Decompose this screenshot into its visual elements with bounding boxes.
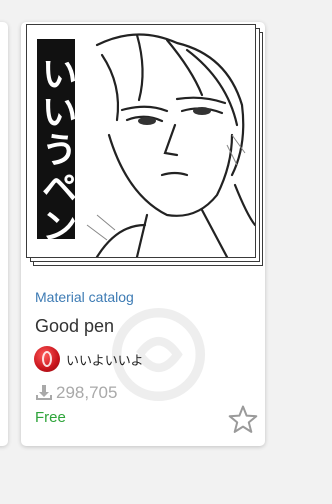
download-count-value: 298,705 <box>56 383 118 402</box>
thumbnail-logo-text: いいうペン <box>36 39 77 245</box>
thumbnail-image: いいうペン <box>26 24 256 258</box>
price-label: Free <box>35 409 66 426</box>
material-card[interactable]: いいうペン Material catalog Good pen いいよいいよ 2… <box>21 22 265 446</box>
material-title[interactable]: Good pen <box>35 316 114 337</box>
download-count: 298,705 <box>35 383 117 403</box>
author[interactable]: いいよいいよ <box>34 346 143 372</box>
thumbnail[interactable]: いいうペン <box>21 22 265 274</box>
author-name[interactable]: いいよいいよ <box>66 350 143 369</box>
download-icon <box>36 385 52 400</box>
previous-card-edge[interactable] <box>0 22 8 446</box>
star-outline-icon[interactable] <box>227 404 259 436</box>
category-link[interactable]: Material catalog <box>35 289 134 305</box>
avatar[interactable] <box>34 346 60 372</box>
thumbnail-label: いいうペン <box>36 55 77 245</box>
